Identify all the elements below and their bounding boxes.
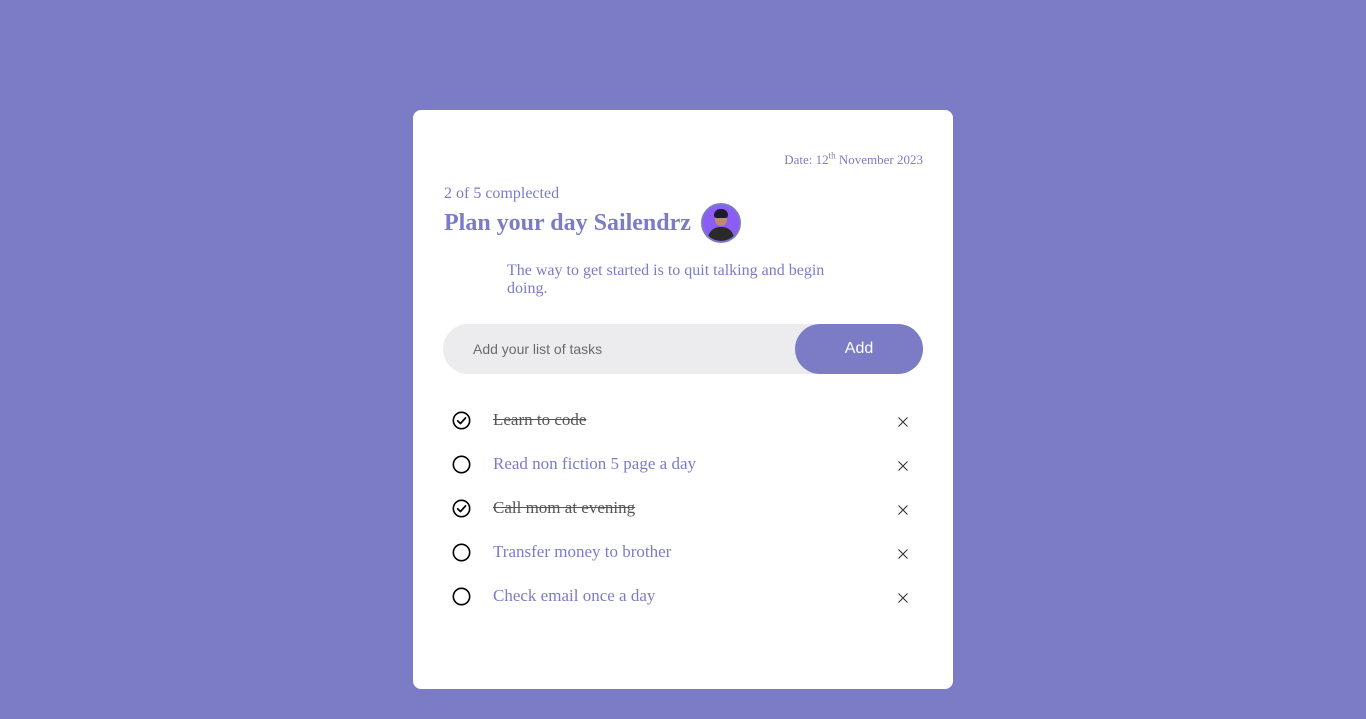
task-item: Transfer money to brother (443, 531, 923, 575)
circle-icon[interactable] (452, 543, 471, 562)
check-circle-icon[interactable] (452, 499, 471, 518)
task-item: Check email once a day (443, 575, 923, 619)
date-label: Date: 12th November 2023 (784, 150, 923, 167)
task-input[interactable] (443, 324, 795, 374)
task-label: Call mom at evening (493, 498, 636, 517)
task-label: Transfer money to brother (493, 542, 672, 561)
task-label: Check email once a day (493, 586, 656, 605)
circle-icon[interactable] (452, 587, 471, 606)
close-icon[interactable] (897, 504, 909, 516)
circle-icon[interactable] (452, 455, 471, 474)
task-item: Call mom at evening (443, 487, 923, 531)
page-title: Plan your day Sailendrz (444, 209, 691, 236)
check-circle-icon[interactable] (452, 411, 471, 430)
add-task-button[interactable]: Add (795, 324, 923, 374)
close-icon[interactable] (897, 416, 909, 428)
task-item: Learn to code (443, 399, 923, 443)
task-label: Read non fiction 5 page a day (493, 454, 696, 473)
motivational-quote: The way to get started is to quit talkin… (507, 262, 825, 297)
avatar (700, 203, 741, 243)
close-icon[interactable] (897, 548, 909, 560)
title-row: Plan your day Sailendrz (444, 203, 741, 243)
close-icon[interactable] (897, 460, 909, 472)
task-list: Learn to code Read non fiction 5 page a d… (443, 399, 923, 619)
task-item: Read non fiction 5 page a day (443, 443, 923, 487)
task-form: Add (443, 324, 923, 374)
progress-text: 2 of 5 complected (444, 185, 560, 202)
close-icon[interactable] (897, 592, 909, 604)
task-label: Learn to code (493, 410, 587, 429)
todo-card: Date: 12th November 2023 2 of 5 complect… (413, 110, 953, 689)
